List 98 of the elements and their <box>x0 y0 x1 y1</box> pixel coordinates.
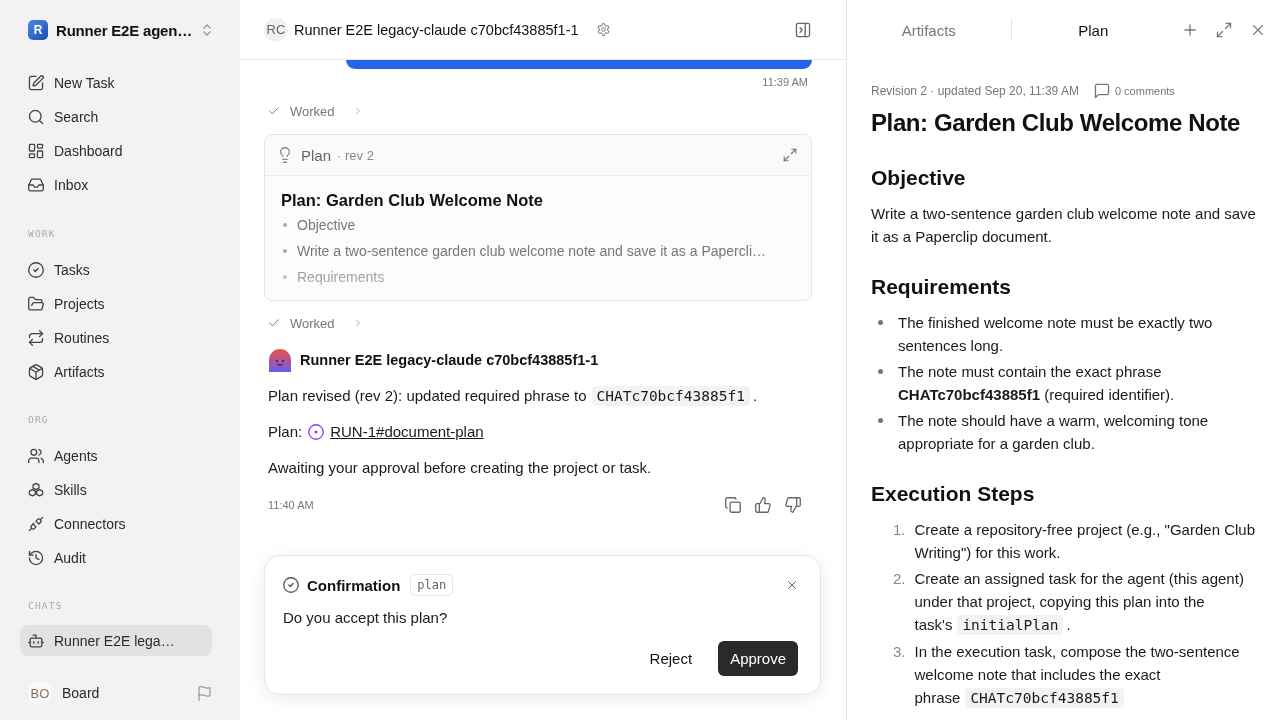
nav-item[interactable]: New Task <box>20 66 212 100</box>
document-title: Plan: Garden Club Welcome Note <box>871 108 1241 138</box>
flag-icon[interactable] <box>197 685 212 701</box>
message-text: Plan revised (rev 2): updated required phrase to CHATc70bcf43885f1 . <box>267 385 759 408</box>
robot-icon <box>28 632 44 649</box>
check-circle-icon <box>283 577 299 593</box>
question-text: Do you accept this plan? <box>283 608 449 628</box>
message-text: Plan: <box>268 422 303 442</box>
cubes-icon <box>28 482 44 498</box>
section-heading: CHATS <box>27 599 64 613</box>
user-name: Board <box>62 685 101 701</box>
user-avatar[interactable]: BO <box>28 681 52 705</box>
revision-label: · rev 2 <box>337 147 374 163</box>
section-heading: WORK <box>27 227 57 241</box>
check-circle-icon <box>28 262 44 278</box>
list-number: 3. <box>893 642 906 662</box>
chat-item[interactable]: Runner E2E lega… <box>20 625 212 656</box>
chat-title: Runner E2E legacy-claude c70bcf43885f1-1 <box>294 21 579 38</box>
dashboard-icon <box>28 143 44 159</box>
workspace-logo: R <box>28 20 48 40</box>
list-item: In the execution task, compose the two-sentence welcome note that includes the exact phrase CHATc70bcf43885f1 <box>914 642 1241 710</box>
section-heading: ORG <box>27 413 50 427</box>
list-item: The finished welcome note must be exactly two sentences long. <box>898 313 1214 356</box>
list-item: The note should have a warm, welcoming tone appropriate for a garden club. <box>898 411 1210 454</box>
author-name: Runner E2E legacy-claude c70bcf43885f1-1 <box>300 352 599 368</box>
list-item: Write a two-sentence garden club welcome note and save it as a Papercli… <box>297 242 766 261</box>
section-heading: Execution Steps <box>871 481 1036 507</box>
bullet-icon <box>283 275 287 279</box>
list-item: The note must contain the exact phrase CHATc70bcf43885f1 (required identifier). <box>898 362 1176 405</box>
plus-icon[interactable] <box>1182 22 1198 38</box>
chat-avatar: RC <box>264 17 288 42</box>
revision-meta: Revision 2 · updated Sep 20, 11:39 AM <box>871 84 1079 98</box>
comment-icon <box>1093 83 1110 99</box>
history-icon <box>28 550 44 566</box>
nav-item[interactable]: Tasks <box>20 253 212 287</box>
check-icon <box>268 105 280 117</box>
nav-item[interactable]: Audit <box>20 541 212 575</box>
nav-item[interactable]: Agents <box>20 439 212 473</box>
pencil-square-icon <box>28 75 44 91</box>
expand-icon[interactable] <box>1216 22 1232 38</box>
target-icon <box>308 424 325 440</box>
users-icon <box>28 448 44 464</box>
plug-icon <box>28 516 44 532</box>
nav-item[interactable]: Dashboard <box>20 134 212 168</box>
bullet-icon <box>878 320 883 325</box>
worked-toggle[interactable]: Worked <box>264 313 363 333</box>
message-text: Awaiting your approval before creating the project or task. <box>267 458 653 478</box>
close-icon[interactable] <box>786 579 798 591</box>
list-item: Objective <box>297 216 356 235</box>
expand-icon[interactable] <box>783 148 797 162</box>
list-item: Create a repository-free project (e.g., "Garden Club Writing") for this work. <box>914 520 1256 563</box>
tab[interactable]: Artifacts <box>847 10 1011 50</box>
panel-toggle-icon[interactable] <box>795 21 811 38</box>
primary-button[interactable]: Approve <box>718 641 798 676</box>
tag: plan <box>410 574 454 596</box>
card-label: Plan <box>301 146 332 164</box>
list-item: Requirements <box>297 268 385 287</box>
search-icon <box>28 109 44 125</box>
copy-icon[interactable] <box>725 497 741 513</box>
package-icon <box>28 364 44 380</box>
tab[interactable]: Plan <box>1011 10 1175 50</box>
nav-item[interactable]: Connectors <box>20 507 212 541</box>
inbox-icon <box>28 177 44 193</box>
bullet-icon <box>283 223 287 227</box>
paragraph: Write a two-sentence garden club welcome note and save it as a Paperclip document. <box>871 204 1256 247</box>
nav-item[interactable]: Routines <box>20 321 212 355</box>
plan-title: Plan: Garden Club Welcome Note <box>281 190 544 211</box>
timestamp: 11:40 AM <box>268 498 314 512</box>
card-title: Confirmation <box>307 576 401 594</box>
nav-item[interactable]: Artifacts <box>20 355 212 389</box>
worked-toggle[interactable]: Worked <box>264 101 363 121</box>
gear-icon[interactable] <box>596 23 610 36</box>
folder-icon <box>28 296 44 312</box>
agent-avatar-icon <box>268 348 292 372</box>
timestamp: 11:39 AM <box>762 75 808 89</box>
comments-button[interactable]: 0 comments <box>1093 83 1175 99</box>
list-number: 2. <box>893 569 906 589</box>
nav-item[interactable]: Projects <box>20 287 212 321</box>
workspace-name[interactable]: Runner E2E agen… <box>56 21 192 39</box>
section-heading: Requirements <box>871 274 1013 300</box>
nav-item[interactable]: Search <box>20 100 212 134</box>
lightbulb-icon <box>277 147 293 163</box>
bullet-icon <box>878 418 883 423</box>
bullet-icon <box>283 249 287 253</box>
section-heading: Objective <box>871 165 967 191</box>
chevron-up-down-icon[interactable] <box>200 23 214 37</box>
thumbs-down-icon[interactable] <box>785 497 801 513</box>
thumbs-up-icon[interactable] <box>755 497 771 513</box>
document-link[interactable]: RUN-1#document-plan <box>330 420 484 444</box>
close-icon[interactable] <box>1250 22 1266 38</box>
nav-item[interactable]: Inbox <box>20 168 212 202</box>
bullet-icon <box>878 369 883 374</box>
check-icon <box>268 317 280 329</box>
secondary-button[interactable]: Reject <box>635 641 707 676</box>
list-number: 1. <box>893 520 906 540</box>
list-item: Create an assigned task for the agent (this agent) under that project, copying this plan into the task's initialPlan . <box>914 569 1245 637</box>
nav-item[interactable]: Skills <box>20 473 212 507</box>
repeat-icon <box>28 330 44 346</box>
